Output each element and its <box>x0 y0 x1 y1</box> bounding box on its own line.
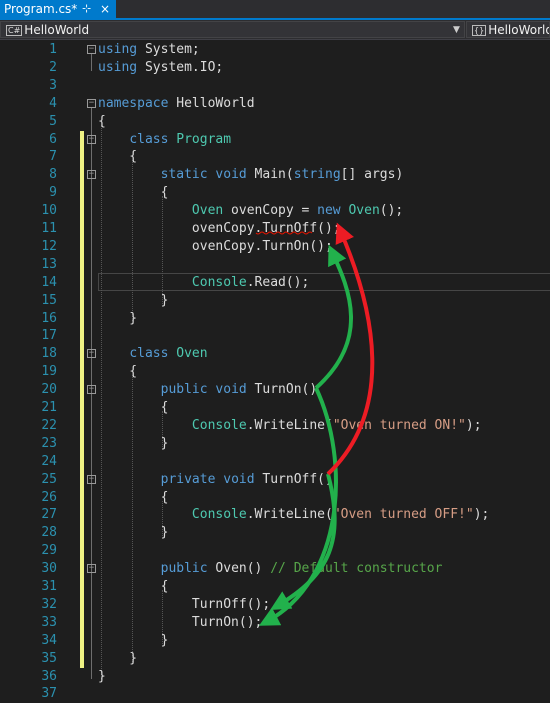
chevron-down-icon: ▼ <box>453 25 460 35</box>
pin-icon[interactable]: ⊹ <box>82 0 91 18</box>
namespace-icon: {} <box>472 25 487 36</box>
close-icon[interactable]: × <box>100 0 110 18</box>
navigation-bar: C# HelloWorld ▼ {} HelloWorld. <box>0 20 550 40</box>
document-tab-strip: Program.cs* ⊹ × <box>0 0 550 20</box>
csharp-project-icon: C# <box>6 25 23 36</box>
tab-program-cs[interactable]: Program.cs* ⊹ × <box>0 0 116 18</box>
type-dropdown-label: HelloWorld. <box>488 23 550 37</box>
type-dropdown[interactable]: {} HelloWorld. <box>466 21 550 38</box>
project-dropdown-label: HelloWorld <box>24 23 90 37</box>
tab-title: Program.cs* <box>4 2 78 16</box>
project-dropdown[interactable]: C# HelloWorld ▼ <box>0 21 465 38</box>
error-squiggle <box>255 231 313 235</box>
green-arrow-turnon-to-line12 <box>314 244 353 390</box>
red-arrow-turnoff-to-line11 <box>326 222 375 476</box>
code-editor[interactable]: 1− using System; 2 using System.IO; 3 4− names… <box>0 40 550 701</box>
call-flow-arrows <box>255 222 375 626</box>
